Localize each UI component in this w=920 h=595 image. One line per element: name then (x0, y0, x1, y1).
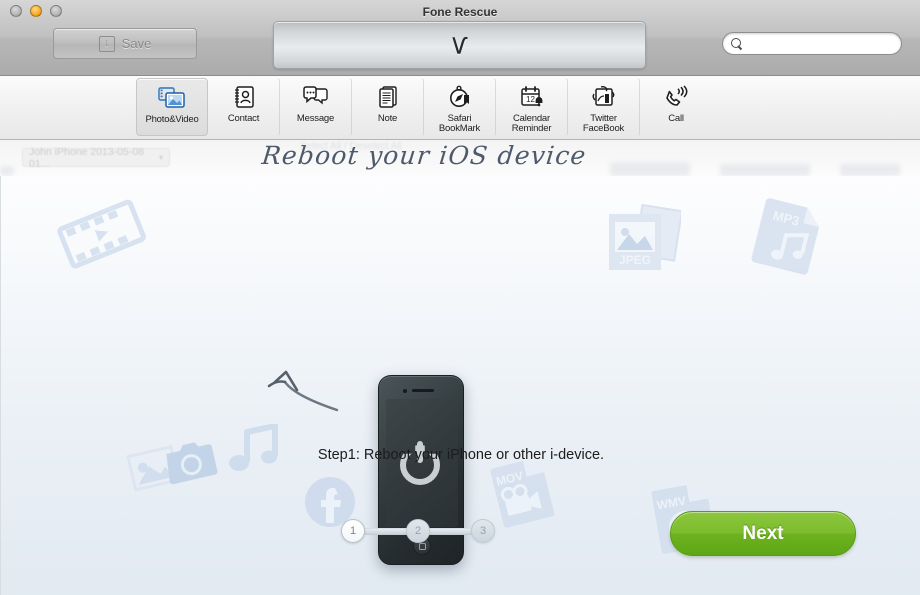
search-box[interactable] (722, 32, 902, 55)
sidebar-item-calendar-reminder[interactable]: 12 Calendar Reminder (496, 78, 568, 136)
window-title: Fone Rescue (422, 5, 498, 19)
sidebar-item-label: Safari BookMark (438, 113, 481, 134)
phone-speaker-icon (412, 389, 434, 392)
module-toolbar: Photo&Video Contact Message Note Safari … (0, 76, 920, 200)
call-icon (663, 82, 689, 112)
sidebar-item-twitter-facebook[interactable]: Twitter FaceBook (568, 78, 640, 136)
sidebar-item-note[interactable]: Note (352, 78, 424, 136)
sidebar-item-photo-video[interactable]: Photo&Video (136, 78, 208, 136)
step-indicator: 1 2 3 (341, 519, 495, 543)
film-strip-watermark (52, 191, 151, 279)
banner-headline: Reboot your iOS device (260, 141, 589, 170)
device-dropdown-value: John iPhone 2013-05-08 01... (29, 145, 145, 170)
jpeg-file-watermark: JPEG (601, 200, 681, 282)
next-button[interactable]: Next (670, 511, 856, 556)
search-icon (731, 37, 743, 50)
sidebar-item-contact[interactable]: Contact (208, 78, 280, 136)
twitter-facebook-icon (591, 82, 617, 112)
title-bar: Fone Rescue ↓ Save ѵ (0, 0, 920, 76)
phone-screen (386, 399, 458, 527)
safari-bookmark-icon (448, 82, 472, 112)
sidebar-item-label: Calendar Reminder (511, 113, 552, 134)
search-input[interactable] (747, 37, 893, 50)
jpeg-file-watermark-label: JPEG (619, 253, 651, 267)
photo-video-icon (158, 83, 186, 113)
step-connector-1 (363, 527, 408, 535)
sidebar-item-label: Call (668, 113, 684, 124)
sidebar-item-label: Contact (227, 113, 260, 124)
step-dot-2[interactable]: 2 (406, 519, 430, 543)
sidebar-item-call[interactable]: Call (640, 78, 712, 136)
phone-camera-icon (403, 389, 407, 393)
flame-logo-icon: ѵ (451, 27, 468, 62)
fone-rescue-window: Fone Rescue ↓ Save ѵ Photo&Video Contact… (0, 0, 920, 595)
device-dropdown-faded: John iPhone 2013-05-08 01... ▾ (22, 145, 170, 170)
sidebar-item-label: Message (296, 113, 335, 124)
chevron-down-icon: ▾ (158, 153, 163, 162)
sidebar-item-label: Photo&Video (145, 114, 199, 125)
svg-text:12: 12 (526, 95, 535, 104)
step-dot-3[interactable]: 3 (471, 519, 495, 543)
note-icon (376, 82, 400, 112)
photo-camera-watermark (124, 430, 219, 500)
sidebar-item-safari-bookmark[interactable]: Safari BookMark (424, 78, 496, 136)
save-button[interactable]: ↓ Save (53, 28, 197, 59)
contact-icon (232, 82, 256, 112)
calendar-reminder-icon: 12 (519, 82, 545, 112)
mov-file-watermark: MOV (484, 451, 560, 530)
mp3-file-watermark: MP3 (748, 193, 829, 279)
step-dot-1[interactable]: 1 (341, 519, 365, 543)
sidebar-item-message[interactable]: Message (280, 78, 352, 136)
save-button-label: Save (121, 36, 152, 51)
step-connector-2 (428, 527, 473, 535)
step-instruction-text: Step1: Reboot your iPhone or other i-dev… (317, 447, 605, 463)
module-tab-list: Photo&Video Contact Message Note Safari … (136, 78, 712, 136)
message-icon (302, 82, 329, 112)
curved-arrow-icon (263, 362, 343, 427)
sidebar-item-label: Note (377, 113, 398, 124)
save-download-icon: ↓ (98, 35, 115, 52)
sidebar-item-label: Twitter FaceBook (582, 113, 625, 134)
logo-panel[interactable]: ѵ (273, 21, 646, 69)
